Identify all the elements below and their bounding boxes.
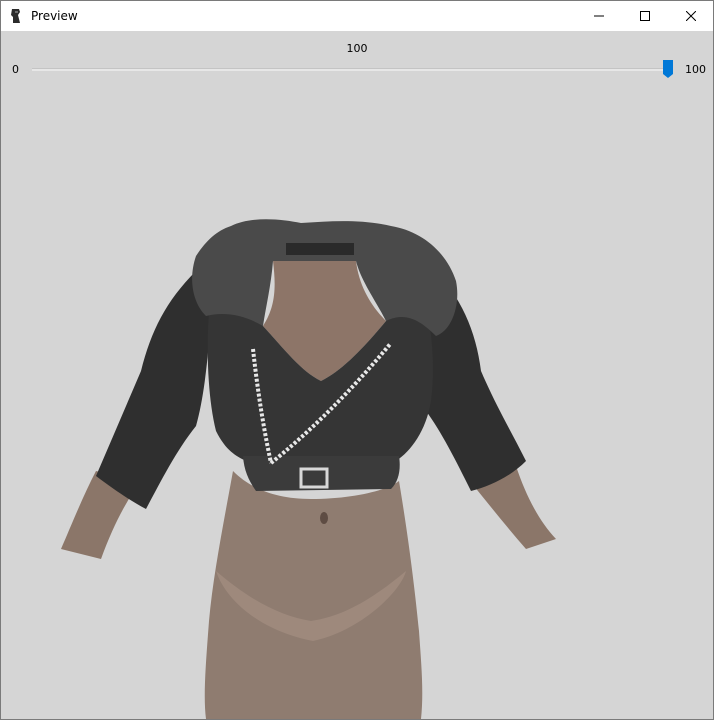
maximize-button[interactable] [622, 1, 668, 31]
client-area: 100 0 100 [1, 31, 713, 719]
model-jacket-left-sleeve [96, 271, 211, 509]
model-preview[interactable] [1, 71, 713, 719]
close-icon [686, 11, 696, 21]
title-bar[interactable]: Preview [1, 1, 713, 31]
close-button[interactable] [668, 1, 714, 31]
app-icon [11, 9, 20, 23]
minimize-icon [594, 15, 604, 17]
preview-window: Preview 100 0 100 [0, 0, 714, 720]
window-title: Preview [31, 9, 78, 23]
maximize-icon [640, 11, 650, 21]
minimize-button[interactable] [576, 1, 622, 31]
slider-value-label: 100 [346, 42, 368, 55]
